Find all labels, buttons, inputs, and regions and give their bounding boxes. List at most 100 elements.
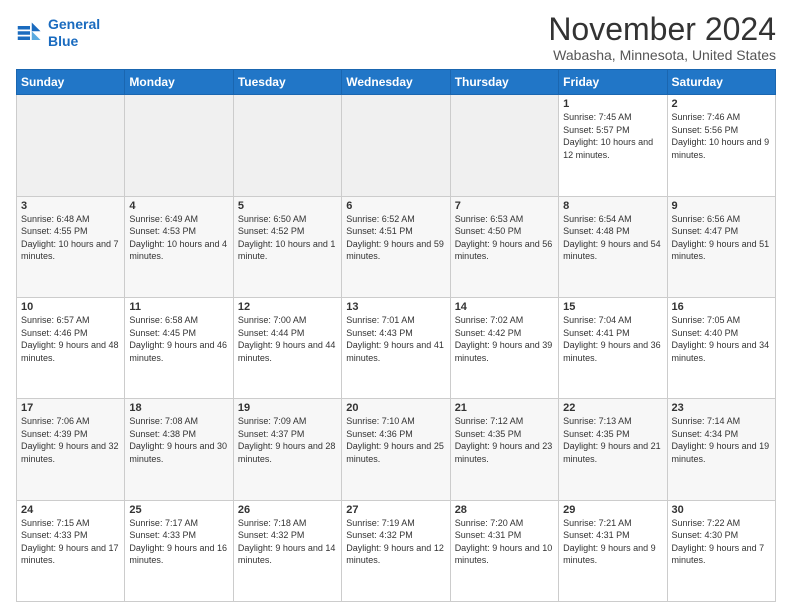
day-info: Sunrise: 7:46 AM Sunset: 5:56 PM Dayligh… (672, 111, 771, 161)
calendar-cell: 3Sunrise: 6:48 AM Sunset: 4:55 PM Daylig… (17, 196, 125, 297)
calendar-cell: 7Sunrise: 6:53 AM Sunset: 4:50 PM Daylig… (450, 196, 558, 297)
day-number: 22 (563, 402, 662, 414)
day-info: Sunrise: 6:48 AM Sunset: 4:55 PM Dayligh… (21, 213, 120, 263)
day-info: Sunrise: 7:21 AM Sunset: 4:31 PM Dayligh… (563, 517, 662, 567)
header-wednesday: Wednesday (342, 70, 450, 95)
calendar-cell: 30Sunrise: 7:22 AM Sunset: 4:30 PM Dayli… (667, 500, 775, 601)
calendar-cell: 10Sunrise: 6:57 AM Sunset: 4:46 PM Dayli… (17, 297, 125, 398)
day-number: 13 (346, 301, 445, 313)
day-number: 17 (21, 402, 120, 414)
calendar-cell: 8Sunrise: 6:54 AM Sunset: 4:48 PM Daylig… (559, 196, 667, 297)
calendar-cell: 23Sunrise: 7:14 AM Sunset: 4:34 PM Dayli… (667, 399, 775, 500)
day-info: Sunrise: 6:49 AM Sunset: 4:53 PM Dayligh… (129, 213, 228, 263)
day-number: 8 (563, 200, 662, 212)
day-info: Sunrise: 7:20 AM Sunset: 4:31 PM Dayligh… (455, 517, 554, 567)
calendar-cell: 17Sunrise: 7:06 AM Sunset: 4:39 PM Dayli… (17, 399, 125, 500)
day-number: 4 (129, 200, 228, 212)
day-number: 29 (563, 504, 662, 516)
day-number: 10 (21, 301, 120, 313)
header-friday: Friday (559, 70, 667, 95)
calendar-cell: 13Sunrise: 7:01 AM Sunset: 4:43 PM Dayli… (342, 297, 450, 398)
day-number: 18 (129, 402, 228, 414)
day-info: Sunrise: 7:10 AM Sunset: 4:36 PM Dayligh… (346, 415, 445, 465)
day-info: Sunrise: 6:52 AM Sunset: 4:51 PM Dayligh… (346, 213, 445, 263)
day-info: Sunrise: 6:50 AM Sunset: 4:52 PM Dayligh… (238, 213, 337, 263)
day-number: 21 (455, 402, 554, 414)
calendar-cell (125, 95, 233, 196)
calendar-cell: 6Sunrise: 6:52 AM Sunset: 4:51 PM Daylig… (342, 196, 450, 297)
day-number: 24 (21, 504, 120, 516)
day-number: 7 (455, 200, 554, 212)
calendar-cell: 12Sunrise: 7:00 AM Sunset: 4:44 PM Dayli… (233, 297, 341, 398)
day-number: 23 (672, 402, 771, 414)
calendar-cell: 24Sunrise: 7:15 AM Sunset: 4:33 PM Dayli… (17, 500, 125, 601)
day-info: Sunrise: 7:04 AM Sunset: 4:41 PM Dayligh… (563, 314, 662, 364)
calendar-cell: 21Sunrise: 7:12 AM Sunset: 4:35 PM Dayli… (450, 399, 558, 500)
calendar-cell: 22Sunrise: 7:13 AM Sunset: 4:35 PM Dayli… (559, 399, 667, 500)
page: General Blue November 2024 Wabasha, Minn… (0, 0, 792, 612)
day-info: Sunrise: 6:53 AM Sunset: 4:50 PM Dayligh… (455, 213, 554, 263)
calendar-cell: 4Sunrise: 6:49 AM Sunset: 4:53 PM Daylig… (125, 196, 233, 297)
calendar-cell: 29Sunrise: 7:21 AM Sunset: 4:31 PM Dayli… (559, 500, 667, 601)
day-info: Sunrise: 7:18 AM Sunset: 4:32 PM Dayligh… (238, 517, 337, 567)
calendar-cell: 18Sunrise: 7:08 AM Sunset: 4:38 PM Dayli… (125, 399, 233, 500)
calendar-header-row: SundayMondayTuesdayWednesdayThursdayFrid… (17, 70, 776, 95)
calendar-cell (450, 95, 558, 196)
day-number: 28 (455, 504, 554, 516)
calendar-cell: 15Sunrise: 7:04 AM Sunset: 4:41 PM Dayli… (559, 297, 667, 398)
day-number: 27 (346, 504, 445, 516)
day-number: 14 (455, 301, 554, 313)
logo-text: General Blue (48, 16, 100, 50)
day-number: 3 (21, 200, 120, 212)
day-info: Sunrise: 7:08 AM Sunset: 4:38 PM Dayligh… (129, 415, 228, 465)
day-info: Sunrise: 7:00 AM Sunset: 4:44 PM Dayligh… (238, 314, 337, 364)
day-info: Sunrise: 6:56 AM Sunset: 4:47 PM Dayligh… (672, 213, 771, 263)
day-info: Sunrise: 7:15 AM Sunset: 4:33 PM Dayligh… (21, 517, 120, 567)
day-number: 25 (129, 504, 228, 516)
day-number: 16 (672, 301, 771, 313)
header-tuesday: Tuesday (233, 70, 341, 95)
day-number: 26 (238, 504, 337, 516)
day-info: Sunrise: 7:14 AM Sunset: 4:34 PM Dayligh… (672, 415, 771, 465)
day-number: 30 (672, 504, 771, 516)
calendar-table: SundayMondayTuesdayWednesdayThursdayFrid… (16, 69, 776, 602)
day-info: Sunrise: 7:19 AM Sunset: 4:32 PM Dayligh… (346, 517, 445, 567)
day-info: Sunrise: 7:12 AM Sunset: 4:35 PM Dayligh… (455, 415, 554, 465)
day-number: 2 (672, 98, 771, 110)
calendar-cell: 5Sunrise: 6:50 AM Sunset: 4:52 PM Daylig… (233, 196, 341, 297)
logo-icon (16, 19, 44, 47)
day-info: Sunrise: 6:57 AM Sunset: 4:46 PM Dayligh… (21, 314, 120, 364)
day-info: Sunrise: 7:09 AM Sunset: 4:37 PM Dayligh… (238, 415, 337, 465)
calendar-cell (17, 95, 125, 196)
calendar-cell: 19Sunrise: 7:09 AM Sunset: 4:37 PM Dayli… (233, 399, 341, 500)
day-info: Sunrise: 7:45 AM Sunset: 5:57 PM Dayligh… (563, 111, 662, 161)
header-thursday: Thursday (450, 70, 558, 95)
calendar-cell: 9Sunrise: 6:56 AM Sunset: 4:47 PM Daylig… (667, 196, 775, 297)
calendar-cell (233, 95, 341, 196)
calendar-cell: 26Sunrise: 7:18 AM Sunset: 4:32 PM Dayli… (233, 500, 341, 601)
day-info: Sunrise: 7:13 AM Sunset: 4:35 PM Dayligh… (563, 415, 662, 465)
day-number: 9 (672, 200, 771, 212)
header-sunday: Sunday (17, 70, 125, 95)
day-info: Sunrise: 7:17 AM Sunset: 4:33 PM Dayligh… (129, 517, 228, 567)
calendar-cell: 1Sunrise: 7:45 AM Sunset: 5:57 PM Daylig… (559, 95, 667, 196)
week-row-3: 10Sunrise: 6:57 AM Sunset: 4:46 PM Dayli… (17, 297, 776, 398)
week-row-5: 24Sunrise: 7:15 AM Sunset: 4:33 PM Dayli… (17, 500, 776, 601)
calendar-cell: 11Sunrise: 6:58 AM Sunset: 4:45 PM Dayli… (125, 297, 233, 398)
calendar-cell: 28Sunrise: 7:20 AM Sunset: 4:31 PM Dayli… (450, 500, 558, 601)
header: General Blue November 2024 Wabasha, Minn… (16, 12, 776, 63)
day-number: 12 (238, 301, 337, 313)
day-info: Sunrise: 7:02 AM Sunset: 4:42 PM Dayligh… (455, 314, 554, 364)
day-info: Sunrise: 6:58 AM Sunset: 4:45 PM Dayligh… (129, 314, 228, 364)
subtitle: Wabasha, Minnesota, United States (548, 47, 776, 63)
header-saturday: Saturday (667, 70, 775, 95)
calendar-cell: 20Sunrise: 7:10 AM Sunset: 4:36 PM Dayli… (342, 399, 450, 500)
calendar-cell: 14Sunrise: 7:02 AM Sunset: 4:42 PM Dayli… (450, 297, 558, 398)
day-number: 15 (563, 301, 662, 313)
day-number: 19 (238, 402, 337, 414)
calendar-cell: 27Sunrise: 7:19 AM Sunset: 4:32 PM Dayli… (342, 500, 450, 601)
month-title: November 2024 (548, 12, 776, 47)
day-info: Sunrise: 7:06 AM Sunset: 4:39 PM Dayligh… (21, 415, 120, 465)
calendar-cell: 16Sunrise: 7:05 AM Sunset: 4:40 PM Dayli… (667, 297, 775, 398)
day-number: 5 (238, 200, 337, 212)
